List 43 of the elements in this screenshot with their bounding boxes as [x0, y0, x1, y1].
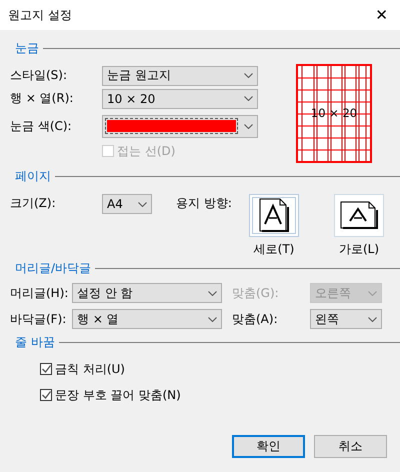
document-icon: [340, 200, 378, 230]
dropdown[interactable]: 행 × 열: [72, 309, 222, 329]
field-label: 맞춤(G):: [232, 284, 280, 302]
close-button[interactable]: ✕: [371, 6, 392, 24]
dropdown[interactable]: 눈금 원고지: [102, 66, 258, 86]
orientation-button[interactable]: [334, 194, 384, 237]
color-dropdown[interactable]: [102, 114, 258, 138]
chevron-down-icon: [244, 73, 253, 78]
field-label: 크기(Z):: [10, 195, 57, 212]
section-title: 줄 바꿈: [15, 334, 55, 350]
field-label: 맞춤(A):: [232, 310, 279, 328]
chevron-down-icon: [208, 316, 217, 322]
orientation-button[interactable]: [249, 194, 299, 237]
dropdown[interactable]: 설정 안 함: [72, 283, 222, 303]
checkbox-label: 접는 선(D): [117, 142, 176, 160]
checkbox-label: 문장 부호 끌어 맞춤(N): [55, 386, 181, 404]
orientation-label: 가로(L): [338, 241, 380, 258]
field-label: 스타일(S):: [10, 67, 68, 84]
chevron-down-icon: [208, 290, 217, 296]
window-title: 원고지 설정: [8, 6, 72, 24]
field-label: 바닥글(F):: [10, 310, 68, 328]
checkbox-label: 금칙 처리(U): [55, 360, 125, 378]
chevron-down-icon: [138, 202, 147, 206]
checkbox[interactable]: [40, 389, 52, 401]
chevron-down-icon: [244, 124, 253, 128]
section-title: 머리글/바닥글: [15, 260, 92, 276]
field-label: 눈금 색(C):: [10, 118, 73, 134]
section-title: 눈금: [15, 40, 39, 56]
document-icon: [259, 198, 289, 234]
chevron-down-icon: [244, 96, 253, 101]
ok-button[interactable]: 확인: [232, 435, 305, 458]
chevron-down-icon: [368, 316, 377, 322]
dropdown[interactable]: 왼쪽: [310, 309, 382, 329]
orientation-label: 세로(T): [254, 241, 294, 258]
dropdown[interactable]: 10 × 20: [102, 88, 258, 108]
field-label: 머리글(H):: [10, 284, 70, 302]
field-label: 용지 방향:: [176, 195, 233, 212]
chevron-down-icon: [368, 290, 377, 296]
dropdown[interactable]: A4: [102, 194, 152, 214]
field-label: 행 × 열(R):: [10, 90, 74, 107]
section-title: 페이지: [15, 168, 51, 184]
checkbox[interactable]: [40, 363, 52, 375]
cancel-button[interactable]: 취소: [314, 435, 387, 458]
